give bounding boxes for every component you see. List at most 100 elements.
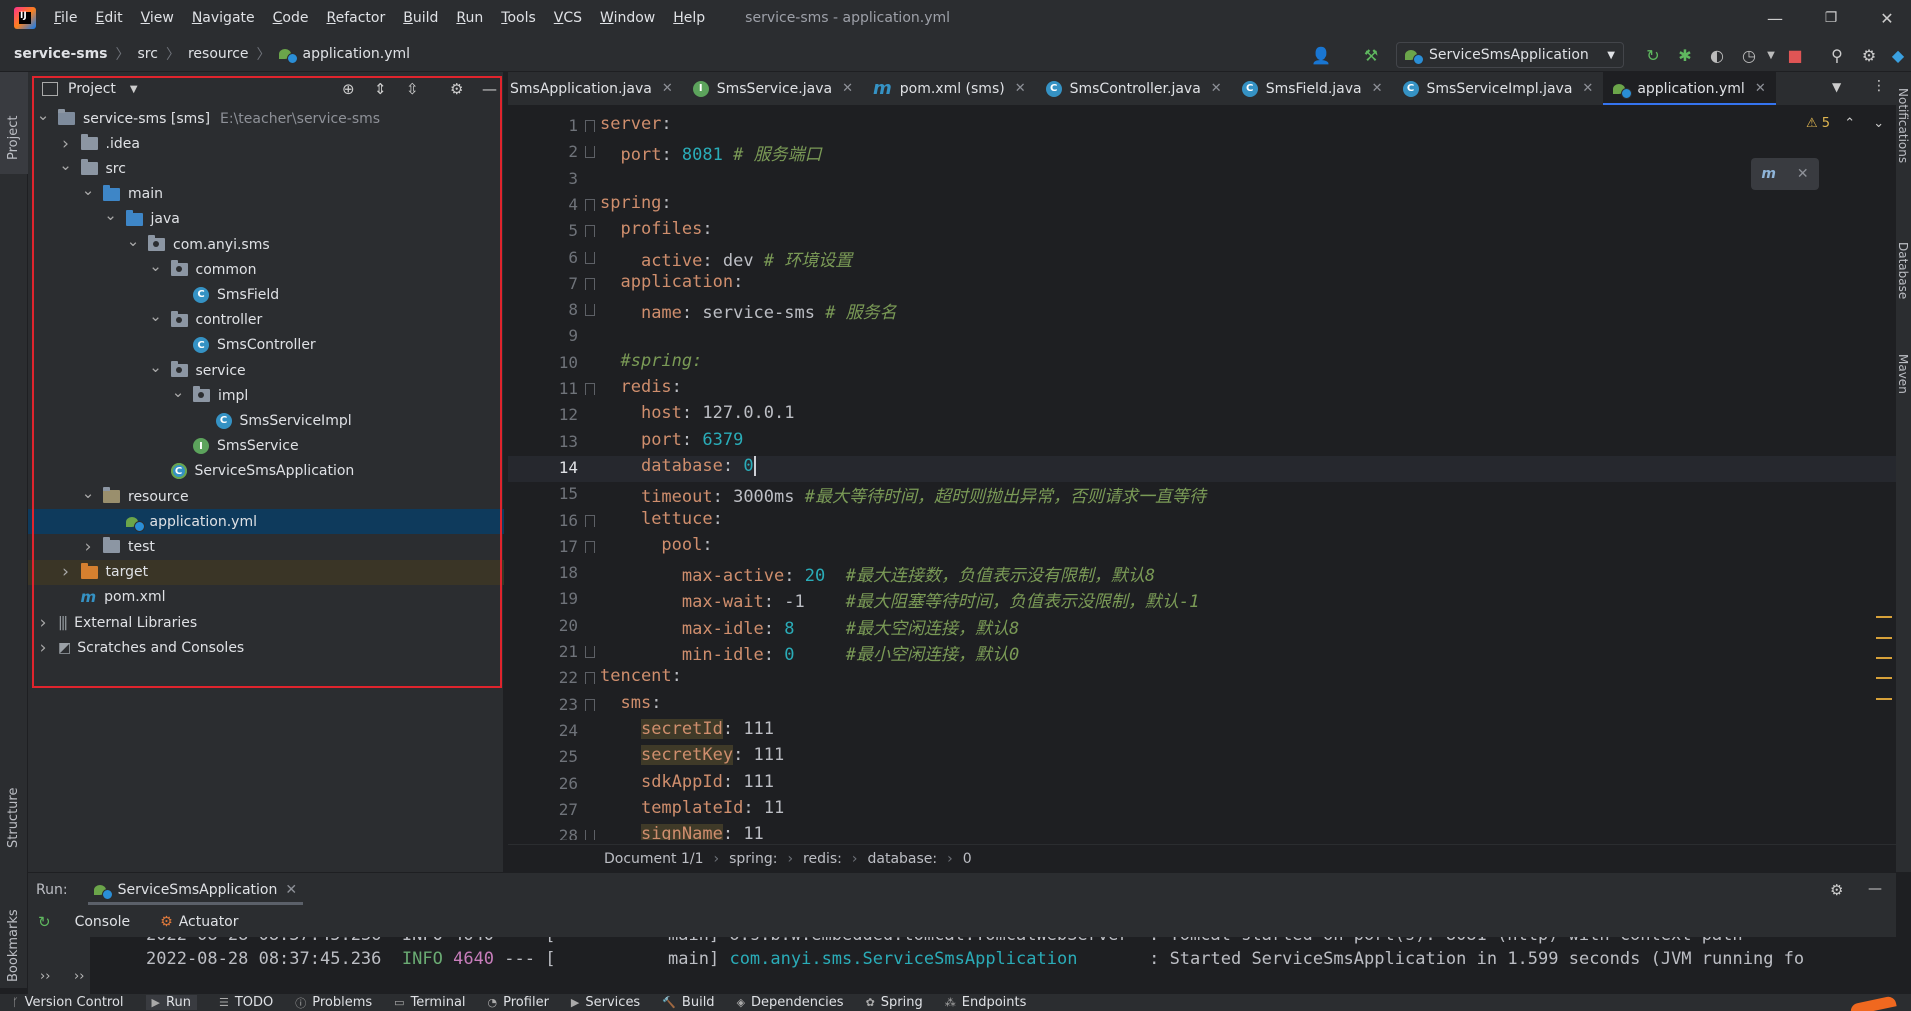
chevron-down-icon[interactable]: ⌄ bbox=[149, 257, 163, 275]
tab-smsservice-java[interactable]: I SmsService.java ✕ bbox=[683, 72, 863, 105]
next-highlight-icon[interactable]: ⌄ bbox=[1873, 116, 1884, 131]
close-tab-icon[interactable]: ✕ bbox=[1582, 81, 1593, 96]
tab-list-chevron-icon[interactable]: ▼ bbox=[1832, 80, 1841, 94]
close-window-button[interactable]: ✕ bbox=[1859, 0, 1911, 36]
chevron-down-icon[interactable]: ⌄ bbox=[104, 206, 118, 224]
code-line[interactable]: max-idle: 8 #最大空闲连接，默认8 bbox=[600, 614, 1019, 639]
code-line[interactable]: tencent: bbox=[600, 666, 682, 686]
code-editor[interactable]: 1 2 3 4 5 6 7 8 9 10 11 12 13 14 15 16 17 18 19 20 21 22 23 24 2… bbox=[508, 106, 1896, 840]
stop-icon[interactable]: ■ bbox=[1784, 44, 1806, 66]
close-tab-icon[interactable]: ✕ bbox=[1372, 81, 1383, 96]
toolwindow-dependencies[interactable]: ◈ Dependencies bbox=[737, 995, 844, 1010]
coverage-icon[interactable]: ◐ bbox=[1706, 44, 1728, 66]
breadcrumb-project[interactable]: service-sms bbox=[14, 46, 108, 62]
error-stripe-mark[interactable] bbox=[1876, 616, 1892, 618]
tree-item-com-anyi-sms[interactable]: ⌄ com.anyi.sms bbox=[28, 232, 504, 257]
search-icon[interactable]: ⚲ bbox=[1826, 44, 1848, 66]
breadcrumb-file[interactable]: application.yml bbox=[303, 46, 411, 62]
code-line[interactable]: name: service-sms # 服务名 bbox=[600, 298, 897, 323]
code-line[interactable]: secretKey: 111 bbox=[600, 745, 784, 766]
locate-file-icon[interactable]: ⊕ bbox=[342, 80, 355, 98]
code-line[interactable]: profiles: bbox=[600, 219, 712, 239]
chevron-down-icon[interactable]: ⌄ bbox=[149, 358, 163, 376]
menu-window[interactable]: Window bbox=[600, 10, 655, 26]
close-tab-icon[interactable]: ✕ bbox=[1755, 81, 1766, 96]
crumb-redis[interactable]: redis: bbox=[803, 851, 842, 867]
menu-help[interactable]: Help bbox=[673, 10, 705, 26]
code-line[interactable]: host: 127.0.0.1 bbox=[600, 403, 795, 423]
tree-item-main[interactable]: ⌄ main bbox=[28, 181, 504, 207]
tree-item-application-yml[interactable]: application.yml bbox=[28, 509, 504, 535]
fold-marker-icon[interactable] bbox=[585, 383, 595, 395]
toolwindow-run[interactable]: ▶ Run bbox=[145, 995, 197, 1010]
code-line[interactable]: active: dev # 环境设置 bbox=[600, 246, 852, 271]
code-line[interactable]: pool: bbox=[600, 535, 712, 555]
error-stripe-mark[interactable] bbox=[1876, 657, 1892, 659]
code-line[interactable]: #spring: bbox=[600, 351, 702, 371]
chevron-right-icon[interactable]: › bbox=[81, 537, 95, 557]
code-line[interactable]: min-idle: 0 #最小空闲连接，默认0 bbox=[600, 640, 1019, 665]
crumb-document[interactable]: Document 1/1 bbox=[604, 851, 704, 867]
tree-item-common[interactable]: ⌄ common bbox=[28, 257, 504, 282]
menu-build[interactable]: Build bbox=[403, 10, 438, 26]
warnings-indicator[interactable]: ⚠ 5 ⌃ ⌄ bbox=[1806, 116, 1884, 131]
tab-smsapplication-java[interactable]: SmsApplication.java ✕ bbox=[508, 72, 683, 105]
menu-vcs[interactable]: VCS bbox=[554, 10, 582, 26]
tree-item-service-sms-sms[interactable]: ⌄ service-sms [sms] E:\teacher\service-sms bbox=[28, 106, 504, 131]
run-configuration-select[interactable]: ServiceSmsApplication ▼ bbox=[1396, 42, 1624, 68]
tree-item-controller[interactable]: ⌄ controller bbox=[28, 307, 504, 333]
rerun-icon[interactable]: ↻ bbox=[1642, 44, 1664, 66]
more-options-icon[interactable]: ⋮ bbox=[1872, 78, 1886, 94]
code-line[interactable]: sms: bbox=[600, 693, 661, 713]
chevron-down-icon[interactable]: ⌄ bbox=[171, 383, 185, 401]
crumb-database[interactable]: database: bbox=[868, 851, 938, 867]
breadcrumb-src[interactable]: src bbox=[138, 46, 158, 62]
maximize-button[interactable]: ❐ bbox=[1803, 0, 1859, 36]
error-stripe-mark[interactable] bbox=[1876, 637, 1892, 639]
profile-icon[interactable]: ◷ bbox=[1738, 44, 1760, 66]
toolwindow-profiler[interactable]: ◔ Profiler bbox=[488, 995, 549, 1010]
fold-marker-icon[interactable] bbox=[585, 120, 595, 132]
toolwindow-todo[interactable]: ☰ TODO bbox=[219, 995, 273, 1010]
build-hammer-icon[interactable]: ⚒ bbox=[1360, 44, 1382, 66]
maven-reload-icon[interactable]: m bbox=[1761, 166, 1776, 182]
tree-item-smsservice[interactable]: I SmsService bbox=[28, 434, 504, 459]
close-tab-icon[interactable]: ✕ bbox=[842, 81, 853, 96]
code-line[interactable]: lettuce: bbox=[600, 509, 723, 529]
fold-marker-icon[interactable] bbox=[585, 540, 595, 553]
project-panel-title[interactable]: Project bbox=[68, 81, 116, 97]
toolwindow-services[interactable]: ▶ Services bbox=[571, 995, 640, 1010]
code-line[interactable]: spring: bbox=[600, 193, 672, 213]
menu-code[interactable]: Code bbox=[273, 10, 309, 26]
code-line[interactable]: port: 6379 bbox=[600, 430, 743, 450]
menu-run[interactable]: Run bbox=[456, 10, 483, 26]
panel-settings-gear-icon[interactable]: ⚙ bbox=[450, 80, 463, 98]
expand-icon[interactable]: ›› bbox=[40, 969, 50, 984]
code-line[interactable]: templateId: 11 bbox=[600, 798, 784, 818]
chevron-down-icon[interactable]: ⌄ bbox=[36, 106, 50, 124]
chevron-right-icon[interactable]: › bbox=[36, 638, 50, 658]
menu-tools[interactable]: Tools bbox=[501, 10, 536, 26]
intellij-logo-icon[interactable]: IJ bbox=[14, 7, 36, 29]
expand-all-icon[interactable]: ⇕ bbox=[374, 80, 387, 98]
expand-icon[interactable]: ›› bbox=[74, 969, 84, 984]
chevron-right-icon[interactable]: › bbox=[59, 134, 73, 154]
code-line[interactable]: max-wait: -1 #最大阻塞等待时间，负值表示没限制，默认-1 bbox=[600, 587, 1200, 612]
tab-smsserviceimpl-java[interactable]: C SmsServiceImpl.java ✕ bbox=[1393, 72, 1604, 105]
bookmarks-tool-button[interactable]: Bookmarks bbox=[6, 882, 21, 982]
more-run-options-icon[interactable]: ▼ bbox=[1760, 44, 1782, 66]
actuator-tab[interactable]: Actuator bbox=[179, 914, 239, 930]
fold-marker-icon[interactable] bbox=[585, 646, 595, 658]
fold-marker-icon[interactable] bbox=[585, 698, 595, 711]
chevron-down-icon[interactable]: ⌄ bbox=[126, 232, 140, 250]
console-output[interactable]: 2022-08-28 08:37:45.236 INFO 4640 --- [ … bbox=[90, 937, 1896, 995]
tree-item-impl[interactable]: ⌄ impl bbox=[28, 383, 504, 408]
previous-highlight-icon[interactable]: ⌃ bbox=[1844, 116, 1855, 131]
code-line[interactable]: application: bbox=[600, 272, 743, 292]
fold-marker-icon[interactable] bbox=[585, 277, 595, 290]
tree-item-smscontroller[interactable]: C SmsController bbox=[28, 333, 504, 358]
menu-refactor[interactable]: Refactor bbox=[326, 10, 385, 26]
tree-item-pom-xml[interactable]: m pom.xml bbox=[28, 585, 504, 610]
hide-panel-icon[interactable]: — bbox=[482, 80, 497, 98]
error-stripe-mark[interactable] bbox=[1876, 677, 1892, 679]
